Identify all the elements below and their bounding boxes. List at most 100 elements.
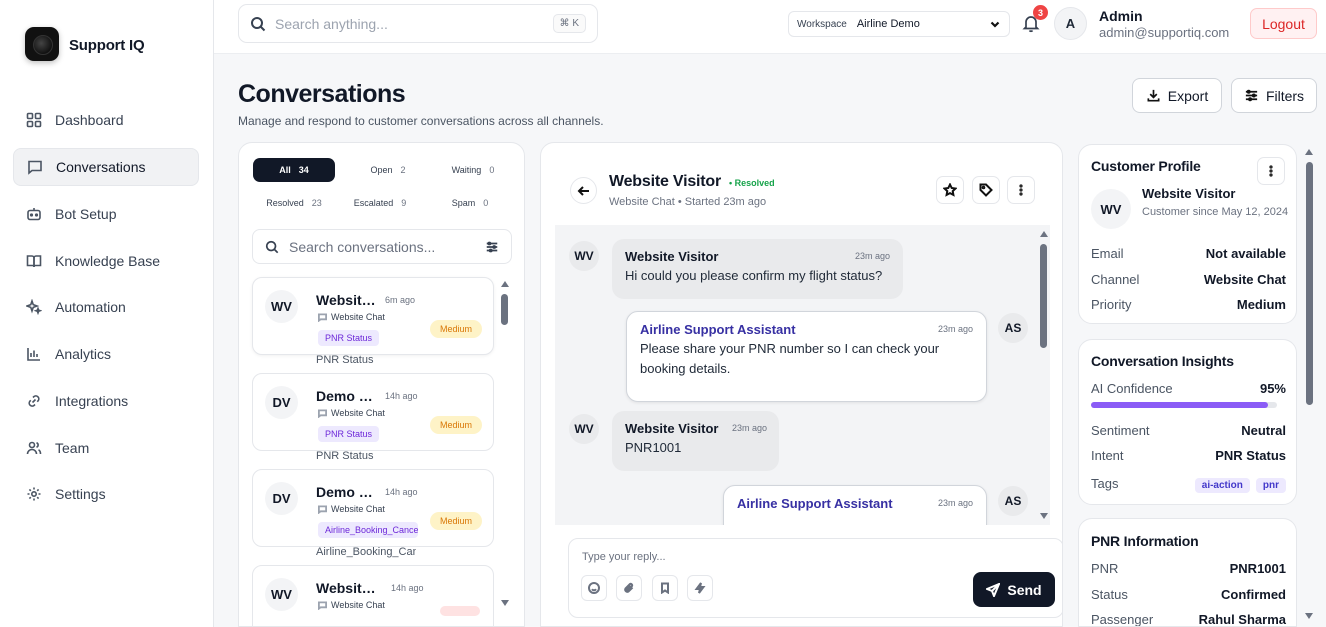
customer-since: Customer since May 12, 2024 [1142,206,1289,218]
sidebar-item-conversations[interactable]: Conversations [13,148,199,186]
intent-row: Intent PNR Status [1091,448,1286,463]
more-options-button[interactable] [1007,176,1035,204]
message-thread: WV Website Visitor 23m ago Hi could you … [555,225,1050,525]
sidebar-item-integrations[interactable]: Integrations [13,382,199,420]
field-label: Status [1091,587,1128,602]
message-bubble: Airline Support Assistant 23m ago Please… [626,311,987,402]
bookmark-button[interactable] [652,575,678,601]
back-button[interactable] [570,177,597,204]
conversation-time: 6m ago [385,295,416,305]
profile-more-button[interactable] [1257,157,1285,185]
tag-chip[interactable]: ai-action [1194,478,1250,493]
intent-tag: Airline_Booking_Cancel [318,522,418,538]
field-label: PNR [1091,561,1119,576]
passenger-row: Passenger Rahul Sharma [1091,612,1286,627]
customer-name: Website Visitor [1142,186,1236,201]
insights-title: Conversation Insights [1091,353,1234,369]
bar-chart-icon [26,346,42,362]
conversation-card[interactable]: DV Demo Visitor 14h ago Website Chat Air… [252,469,494,547]
chat-icon [318,600,327,610]
tag-chip[interactable]: pnr [1255,478,1286,493]
sidebar-item-analytics[interactable]: Analytics [13,335,199,373]
reply-input[interactable]: Type your reply... [582,551,666,563]
sliders-icon[interactable] [485,240,499,254]
global-search-input[interactable]: Search anything... ⌘ K [238,4,598,43]
field-value: Website Chat [1203,272,1286,287]
more-vertical-icon [1269,165,1273,177]
workspace-label: Workspace [797,18,847,30]
conversation-time: 14h ago [385,391,418,401]
sidebar-item-bot-setup[interactable]: Bot Setup [13,195,199,233]
chat-title: Website Visitor [609,173,722,190]
conversation-list-panel: All 34 Open 2 Waiting 0 Resolved 23 Escalate… [238,142,525,627]
conversation-card[interactable]: WV Website Visitor 6m ago Website Chat P… [252,277,494,355]
reply-composer[interactable]: Type your reply... Send [568,538,1062,618]
filter-tab-open[interactable]: Open 2 [347,158,429,182]
field-value: 95% [1259,381,1286,396]
message-sender: Airline Support Assistant [640,322,796,337]
conversation-insights-card: Conversation Insights AI Confidence 95% S… [1078,339,1297,505]
message-bubble: Airline Support Assistant 23m ago [723,485,987,525]
filter-tab-spam[interactable]: Spam 0 [429,191,511,215]
workspace-select[interactable]: Workspace Airline Demo [788,11,1010,37]
conversation-search-input[interactable]: Search conversations... [252,229,512,264]
sidebar-item-dashboard[interactable]: Dashboard [13,101,199,139]
star-button[interactable] [936,176,964,204]
thread-scroll-up[interactable] [1040,231,1048,237]
sidebar-item-settings[interactable]: Settings [13,475,199,513]
tag-button[interactable] [972,176,1000,204]
sidebar-item-knowledge-base[interactable]: Knowledge Base [13,242,199,280]
conversation-card[interactable]: WV Website Visitor 14h ago Website Chat [252,565,494,626]
search-icon [265,240,279,253]
filter-label: Waiting [451,165,482,175]
send-icon [986,582,1001,597]
channel-label: Website Chat [331,312,385,322]
logout-button[interactable]: Logout [1250,8,1317,39]
right-scrollbar-thumb[interactable] [1306,162,1313,405]
thread-scroll-down[interactable] [1040,513,1048,519]
avatar[interactable]: A [1054,7,1087,40]
right-scroll-up[interactable] [1305,149,1313,155]
filter-tab-escalated[interactable]: Escalated 9 [339,191,421,215]
filter-tab-resolved[interactable]: Resolved 23 [253,191,335,215]
field-label: Passenger [1091,612,1154,627]
filter-label: All [279,165,291,175]
filters-label: Filters [1265,87,1305,104]
conversation-search-placeholder: Search conversations... [289,238,436,255]
conversation-preview: PNR Status [316,354,374,366]
attach-button[interactable] [616,575,642,601]
smile-icon [588,582,600,594]
list-scroll-down[interactable] [501,600,509,606]
list-scroll-up[interactable] [501,281,509,287]
lightning-icon [694,582,706,594]
customer-profile-card: Customer Profile WV Website Visitor Cust… [1078,144,1297,324]
filter-tab-waiting[interactable]: Waiting 0 [432,158,514,182]
export-button[interactable]: Export [1132,78,1222,113]
thread-scrollbar-thumb[interactable] [1040,244,1047,348]
pnr-row: PNR PNR1001 [1091,561,1286,576]
send-button[interactable]: Send [973,572,1055,607]
message-time: 23m ago [937,324,973,334]
right-scroll-down[interactable] [1305,613,1313,619]
confidence-bar-track [1091,402,1277,408]
chat-icon [27,159,43,175]
avatar: AS [998,486,1028,516]
filter-tab-all[interactable]: All 34 [253,158,335,182]
field-label: Email [1091,246,1124,261]
message-text: PNR1001 [625,440,682,455]
pnr-title: PNR Information [1091,533,1199,549]
brand-logo[interactable] [25,27,59,61]
quick-action-button[interactable] [687,575,713,601]
filters-button[interactable]: Filters [1231,78,1317,113]
list-scrollbar-thumb[interactable] [501,294,508,325]
confidence-bar-fill [1091,402,1268,408]
sidebar-item-automation[interactable]: Automation [13,288,199,326]
channel-label: Website Chat [331,408,385,418]
sidebar-item-team[interactable]: Team [13,429,199,467]
field-value: Not available [1205,246,1286,261]
sidebar-item-label: Knowledge Base [55,253,161,269]
conversation-card[interactable]: DV Demo Visitor 14h ago Website Chat PNR… [252,373,494,451]
profile-email-row: Email Not available [1091,246,1286,261]
emoji-button[interactable] [581,575,607,601]
message-time: 23m ago [731,423,767,433]
